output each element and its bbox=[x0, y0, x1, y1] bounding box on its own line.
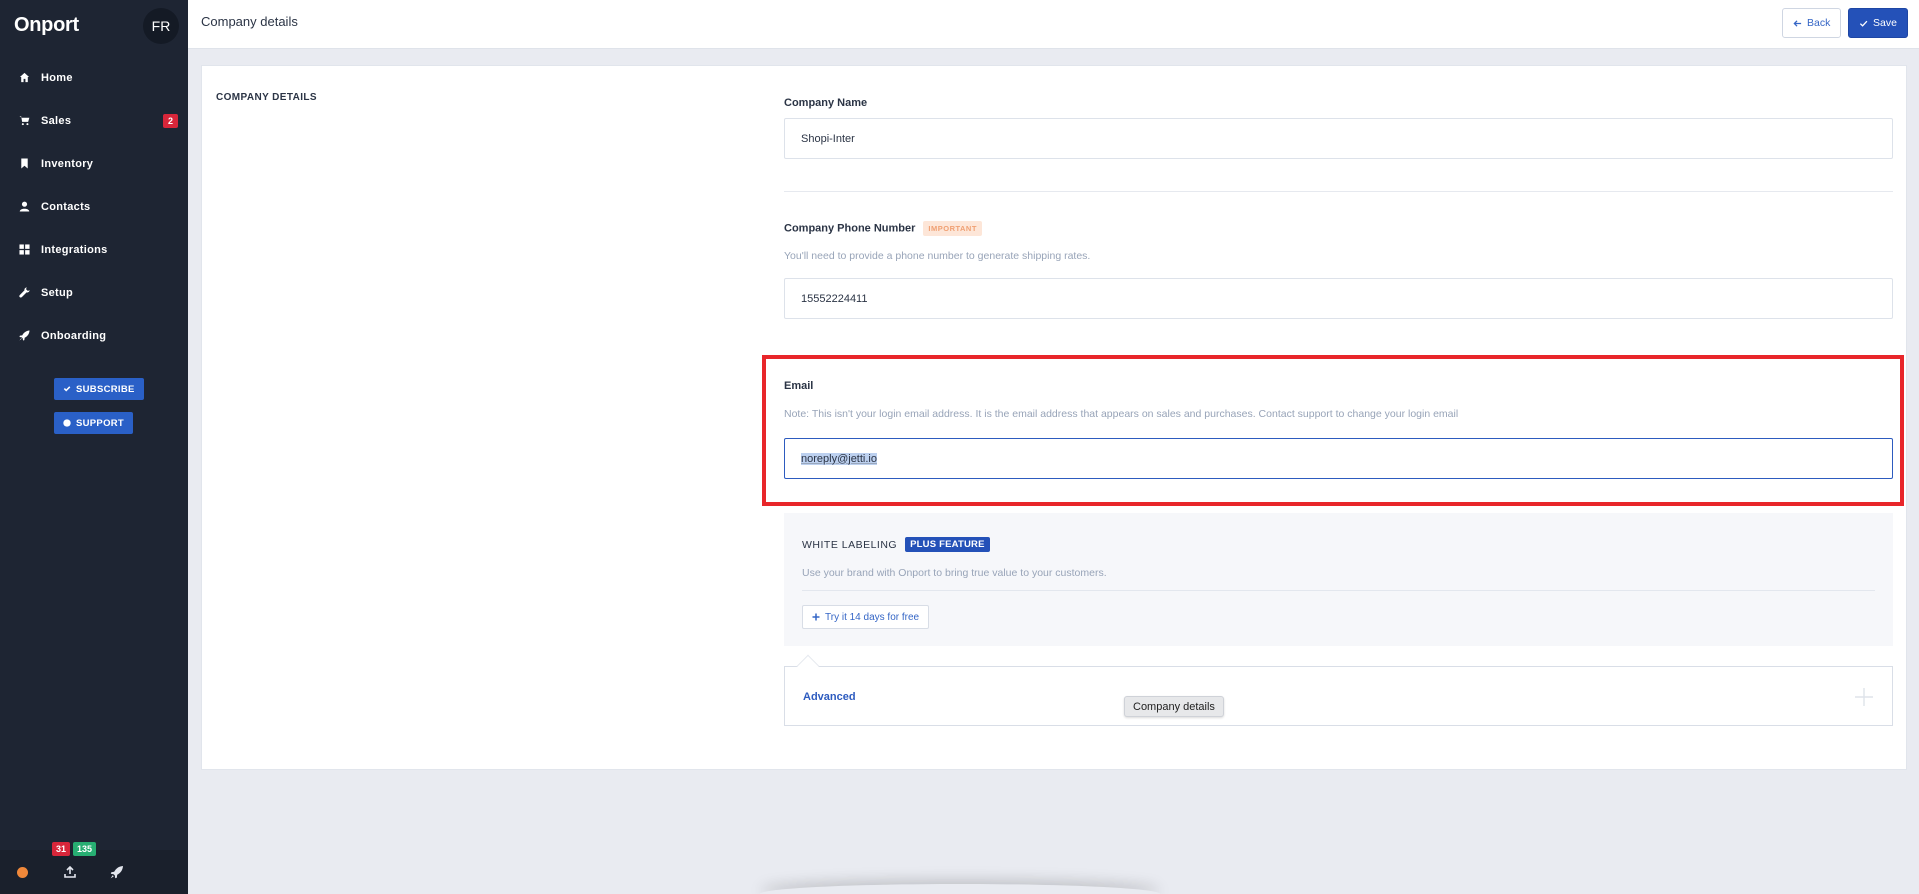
email-help-text: Note: This isn't your login email addres… bbox=[784, 408, 1459, 420]
save-button[interactable]: Save bbox=[1848, 8, 1908, 38]
advanced-label: Advanced bbox=[803, 691, 856, 703]
sidebar-item-label: Contacts bbox=[41, 200, 91, 213]
upload-count-badge: 31 bbox=[52, 842, 71, 856]
status-indicator[interactable] bbox=[17, 867, 28, 878]
sidebar-item-home[interactable]: Home bbox=[0, 56, 188, 99]
cart-icon bbox=[18, 115, 30, 127]
sidebar-item-integrations[interactable]: Integrations bbox=[0, 228, 188, 271]
phone-label: Company Phone Number IMPORTANT bbox=[784, 221, 982, 236]
sidebar-item-onboarding[interactable]: Onboarding bbox=[0, 314, 188, 357]
home-icon bbox=[18, 72, 30, 84]
sidebar-item-contacts[interactable]: Contacts bbox=[0, 185, 188, 228]
done-count-badge: 135 bbox=[73, 842, 97, 856]
phone-value: 15552224411 bbox=[801, 292, 868, 305]
sidebar-item-inventory[interactable]: Inventory bbox=[0, 142, 188, 185]
help-icon bbox=[63, 419, 71, 427]
company-name-label: Company Name bbox=[784, 97, 868, 109]
page-title: Company details bbox=[201, 14, 298, 29]
brand-logo[interactable]: Onport bbox=[14, 14, 79, 37]
grid-icon bbox=[18, 244, 30, 256]
sidebar-item-setup[interactable]: Setup bbox=[0, 271, 188, 314]
expand-plus-icon[interactable] bbox=[1854, 687, 1874, 707]
check-icon bbox=[1859, 20, 1868, 27]
email-input[interactable]: noreply@jetti.io bbox=[784, 438, 1893, 479]
divider bbox=[802, 590, 1875, 591]
tooltip: Company details bbox=[1124, 696, 1224, 717]
sidebar: Onport FR Home Sales 2 Inventory Contact… bbox=[0, 0, 188, 894]
rocket-icon bbox=[18, 330, 30, 342]
sales-count-badge: 2 bbox=[162, 114, 178, 128]
user-avatar[interactable]: FR bbox=[143, 8, 179, 44]
white-labeling-title: WHITE LABELING PLUS FEATURE bbox=[802, 537, 990, 552]
bookmark-icon bbox=[18, 158, 30, 170]
company-details-card: COMPANY DETAILS Company Name Shopi-Inter… bbox=[201, 65, 1907, 770]
upload-icon[interactable] bbox=[63, 865, 77, 879]
plus-icon bbox=[812, 613, 820, 621]
user-icon bbox=[18, 201, 30, 213]
rocket-icon[interactable] bbox=[110, 865, 124, 879]
white-labeling-panel: WHITE LABELING PLUS FEATURE Use your bra… bbox=[784, 513, 1893, 646]
company-name-value: Shopi-Inter bbox=[801, 132, 855, 145]
sidebar-footer: 31 135 bbox=[0, 842, 188, 894]
plus-feature-badge: PLUS FEATURE bbox=[905, 537, 990, 552]
save-label: Save bbox=[1873, 17, 1897, 29]
sidebar-item-sales[interactable]: Sales 2 bbox=[0, 99, 188, 142]
important-badge: IMPORTANT bbox=[923, 221, 982, 236]
divider bbox=[784, 191, 1893, 192]
sidebar-item-label: Inventory bbox=[41, 157, 94, 170]
back-label: Back bbox=[1807, 17, 1831, 29]
wrench-icon bbox=[18, 287, 30, 299]
sidebar-item-label: Sales bbox=[41, 114, 72, 127]
email-label: Email bbox=[784, 380, 814, 392]
support-button[interactable]: SUPPORT bbox=[54, 412, 134, 434]
arrow-left-icon bbox=[1793, 19, 1802, 27]
back-button[interactable]: Back bbox=[1782, 8, 1842, 38]
top-bar: Company details Back Save bbox=[188, 0, 1919, 49]
sidebar-nav: Home Sales 2 Inventory Contacts Integrat… bbox=[0, 56, 188, 357]
support-label: SUPPORT bbox=[76, 417, 125, 429]
email-value: noreply@jetti.io bbox=[801, 452, 877, 465]
subscribe-label: SUBSCRIBE bbox=[76, 383, 135, 395]
section-title: COMPANY DETAILS bbox=[216, 92, 318, 103]
white-labeling-description: Use your brand with Onport to bring true… bbox=[802, 567, 1107, 579]
try-free-button[interactable]: Try it 14 days for free bbox=[802, 605, 930, 629]
sidebar-item-label: Onboarding bbox=[41, 329, 107, 342]
white-labeling-title-text: WHITE LABELING bbox=[802, 538, 898, 551]
phone-help-text: You'll need to provide a phone number to… bbox=[784, 250, 1091, 262]
try-free-label: Try it 14 days for free bbox=[825, 611, 920, 623]
phone-input[interactable]: 15552224411 bbox=[784, 278, 1893, 319]
bottom-shadow bbox=[760, 884, 1160, 894]
advanced-section-toggle[interactable]: Advanced bbox=[784, 654, 1893, 726]
subscribe-button[interactable]: SUBSCRIBE bbox=[54, 378, 144, 400]
sidebar-item-label: Integrations bbox=[41, 243, 108, 256]
email-highlight-box bbox=[762, 355, 1904, 506]
sidebar-item-label: Setup bbox=[41, 286, 74, 299]
company-name-input[interactable]: Shopi-Inter bbox=[784, 118, 1893, 159]
check-icon bbox=[63, 386, 71, 392]
phone-label-text: Company Phone Number bbox=[784, 222, 916, 235]
sidebar-item-label: Home bbox=[41, 71, 73, 84]
advanced-notch bbox=[796, 654, 820, 678]
